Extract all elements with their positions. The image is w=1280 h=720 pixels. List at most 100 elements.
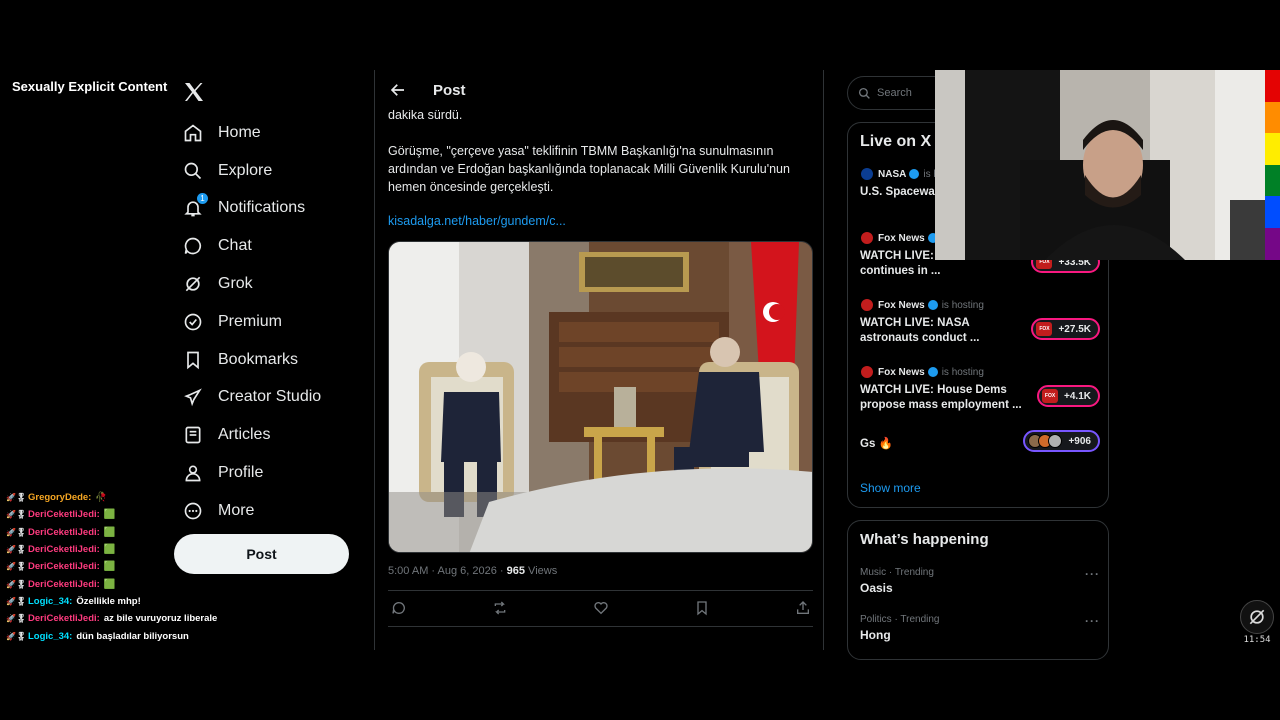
bookmark-icon[interactable] xyxy=(694,600,710,616)
nav-notifications[interactable]: 1 Notifications xyxy=(174,190,374,228)
like-icon[interactable] xyxy=(593,600,609,616)
nav-creator-studio[interactable]: Creator Studio xyxy=(174,379,374,417)
avatar xyxy=(1048,434,1063,448)
main-navigation: Home Explore 1 Notifications Chat Grok P… xyxy=(174,114,374,530)
views-label: Views xyxy=(525,565,558,577)
listener-count: +906 xyxy=(1068,435,1091,447)
more-options-icon[interactable]: ··· xyxy=(1085,567,1100,581)
chat-username: Logic_34: xyxy=(28,630,73,642)
webcam-overlay xyxy=(935,70,1265,260)
live-source: NASA xyxy=(878,168,907,180)
chat-line: 🚀🎖 Logic_34: Özellikle mhp! xyxy=(6,593,236,610)
chat-line: 🚀🎖 Logic_34: dün başladılar biliyorsun xyxy=(6,627,236,644)
page-title: Post xyxy=(433,81,466,99)
nav-home-label: Home xyxy=(218,123,261,141)
chat-badge-icon: 🚀🎖 xyxy=(6,562,27,572)
tweet-link[interactable]: kisadalga.net/haber/gundem/c... xyxy=(388,214,566,228)
verified-icon xyxy=(927,300,938,310)
chat-line: 🚀🎖 DeriCeketliJedi: az bile vuruyoruz libe… xyxy=(6,610,236,627)
live-title: WATCH LIVE: NASA astronauts conduct ... xyxy=(860,317,980,344)
nav-chat[interactable]: Chat xyxy=(174,227,374,265)
profile-icon xyxy=(182,462,204,484)
listener-count-pill[interactable]: FOX +27.5K xyxy=(1031,318,1100,340)
rocket-icon xyxy=(182,386,204,408)
trend-name: Hong xyxy=(860,628,891,642)
live-source: Fox News xyxy=(878,366,925,378)
notification-badge: 1 xyxy=(197,193,208,205)
live-item[interactable]: Gs 🔥 +906 xyxy=(860,430,1100,452)
live-item[interactable]: Fox News is hosting WATCH LIVE: NASA astr… xyxy=(860,298,1100,346)
search-icon xyxy=(858,87,870,99)
home-icon xyxy=(182,122,204,144)
happening-title: What’s happening xyxy=(860,531,989,548)
repost-icon[interactable] xyxy=(492,600,508,616)
chat-username: DeriCeketliJedi: xyxy=(28,578,100,590)
nav-explore[interactable]: Explore xyxy=(174,152,374,190)
listener-count: +4.1K xyxy=(1064,390,1091,402)
bookmark-icon xyxy=(182,349,204,371)
listener-count-pill[interactable]: +906 xyxy=(1023,430,1100,452)
live-source: Fox News xyxy=(878,232,925,244)
trend-item[interactable]: Music · Trending Oasis ··· xyxy=(860,567,1100,595)
share-icon[interactable] xyxy=(795,600,811,616)
nav-grok[interactable]: Grok xyxy=(174,265,374,303)
tweet-text: dakika sürdü. Görüşme, "çerçeve yasa" te… xyxy=(388,106,818,214)
chat-message: 🟩 xyxy=(103,578,116,590)
nav-profile[interactable]: Profile xyxy=(174,454,374,492)
streamer-webcam-image xyxy=(935,70,1265,260)
stream-chat: 🚀🎖 GregoryDede: 🥀 🚀🎖 DeriCeketliJedi: 🟩 🚀🎖 Deri… xyxy=(6,489,236,645)
nav-articles[interactable]: Articles xyxy=(174,416,374,454)
live-hosting: is hosting xyxy=(941,366,984,378)
nav-bookmarks[interactable]: Bookmarks xyxy=(174,341,374,379)
nav-notifications-label: Notifications xyxy=(218,199,306,217)
grok-icon xyxy=(182,273,204,295)
fox-news-logo-icon: FOX xyxy=(1042,389,1059,403)
chat-username: DeriCeketliJedi: xyxy=(28,544,100,556)
foxnews-avatar xyxy=(860,365,874,379)
chat-line: 🚀🎖 DeriCeketliJedi: 🟩 xyxy=(6,575,236,592)
chat-message: 🟩 xyxy=(103,526,116,538)
reply-icon[interactable] xyxy=(391,600,407,616)
show-more-link[interactable]: Show more xyxy=(860,481,921,495)
listener-count: +27.5K xyxy=(1058,323,1091,335)
live-item[interactable]: Fox News is hosting WATCH LIVE: House Dem… xyxy=(860,365,1100,413)
chat-line: 🚀🎖 GregoryDede: 🥀 xyxy=(6,489,236,506)
nav-grok-label: Grok xyxy=(218,275,253,293)
nav-premium[interactable]: Premium xyxy=(174,303,374,341)
no-signal-icon xyxy=(1240,600,1274,634)
foxnews-avatar xyxy=(860,298,874,312)
divider xyxy=(388,626,813,627)
premium-icon xyxy=(182,311,204,333)
nav-explore-label: Explore xyxy=(218,161,273,179)
chat-username: Logic_34: xyxy=(28,595,73,607)
listener-count-pill[interactable]: FOX +4.1K xyxy=(1037,385,1100,407)
chat-line: 🚀🎖 DeriCeketliJedi: 🟩 xyxy=(6,506,236,523)
post-detail: Post dakika sürdü. Görüşme, "çerçeve yas… xyxy=(374,70,824,650)
chat-message: az bile vuruyoruz liberale xyxy=(103,613,218,625)
chat-username: DeriCeketliJedi: xyxy=(28,561,100,573)
back-arrow-icon[interactable] xyxy=(389,81,407,99)
live-title: WATCH LIVE: House Dems propose mass empl… xyxy=(860,384,1022,411)
x-logo-icon[interactable] xyxy=(182,80,206,104)
foxnews-avatar xyxy=(860,231,874,245)
chat-username: GregoryDede: xyxy=(28,492,92,504)
search-icon xyxy=(182,160,204,182)
chat-username: DeriCeketliJedi: xyxy=(28,526,100,538)
chat-username: DeriCeketliJedi: xyxy=(28,509,100,521)
fox-news-logo-icon: FOX xyxy=(1036,322,1053,336)
chat-badge-icon: 🚀🎖 xyxy=(6,510,27,520)
whats-happening-card: What’s happening Music · Trending Oasis … xyxy=(847,520,1109,660)
chat-badge-icon: 🚀🎖 xyxy=(6,631,27,641)
more-options-icon[interactable]: ··· xyxy=(1085,614,1100,628)
chat-message: 🟩 xyxy=(103,509,116,521)
nav-home[interactable]: Home xyxy=(174,114,374,152)
nav-chat-label: Chat xyxy=(218,237,252,255)
trend-item[interactable]: Politics · Trending Hong ··· xyxy=(860,614,1100,642)
chat-message: 🟩 xyxy=(103,544,116,556)
live-title: Gs 🔥 xyxy=(860,438,893,450)
nav-bookmarks-label: Bookmarks xyxy=(218,350,299,368)
trend-category: Music · Trending xyxy=(860,567,934,578)
tweet-image[interactable] xyxy=(388,241,813,553)
chat-icon xyxy=(182,235,204,257)
chat-badge-icon: 🚀🎖 xyxy=(6,493,27,503)
